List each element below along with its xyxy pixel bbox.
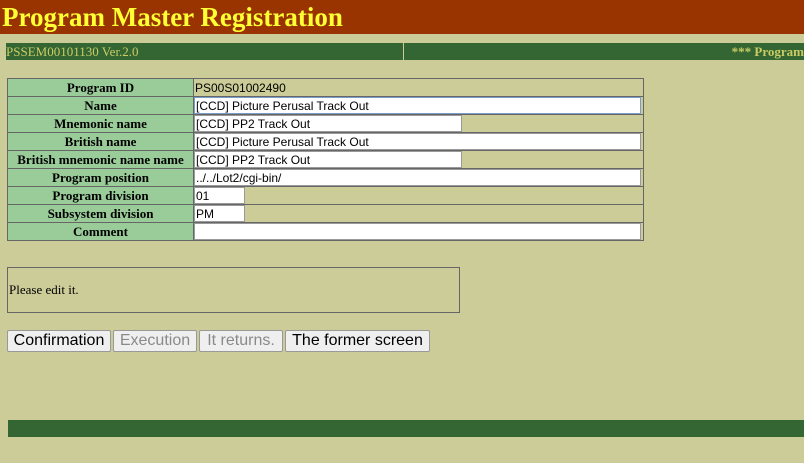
message-text: Please edit it. <box>9 282 79 297</box>
marquee-text: *** Program <box>731 44 804 59</box>
returns-button: It returns. <box>199 330 283 352</box>
name-label: Name <box>7 96 194 115</box>
title-bar: Program Master Registration <box>0 0 804 34</box>
division-label: Program division <box>7 186 194 205</box>
row-name: Name <box>7 96 644 115</box>
position-input[interactable] <box>194 169 641 186</box>
row-british-mnemonic: British mnemonic name name <box>7 150 644 169</box>
row-position: Program position <box>7 168 644 187</box>
footer-bar <box>8 420 804 437</box>
confirmation-button[interactable]: Confirmation <box>7 330 111 352</box>
row-mnemonic: Mnemonic name <box>7 114 644 133</box>
mnemonic-input[interactable] <box>194 115 462 132</box>
subsystem-input[interactable] <box>194 205 245 222</box>
comment-input[interactable] <box>194 223 641 240</box>
position-label: Program position <box>7 168 194 187</box>
british-mnemonic-label: British mnemonic name name <box>7 150 194 169</box>
version-label: PSSEM00101130 Ver.2.0 <box>6 43 404 60</box>
row-british-name: British name <box>7 132 644 151</box>
registration-form: Program ID PS00S01002490 Name Mnemonic n… <box>7 78 644 241</box>
row-comment: Comment <box>7 222 644 241</box>
program-id-value: PS00S01002490 <box>195 80 286 95</box>
mnemonic-label: Mnemonic name <box>7 114 194 133</box>
page-title: Program Master Registration <box>2 2 343 32</box>
british-name-input[interactable] <box>194 133 641 150</box>
british-name-label: British name <box>7 132 194 151</box>
subsystem-label: Subsystem division <box>7 204 194 223</box>
former-screen-button[interactable]: The former screen <box>285 330 430 352</box>
name-input[interactable] <box>194 97 641 114</box>
program-id-label: Program ID <box>7 78 194 97</box>
message-box: Please edit it. <box>7 267 460 313</box>
row-division: Program division <box>7 186 644 205</box>
british-mnemonic-input[interactable] <box>194 151 462 168</box>
info-bar: PSSEM00101130 Ver.2.0 *** Program <box>6 43 804 60</box>
row-subsystem: Subsystem division <box>7 204 644 223</box>
row-program-id: Program ID PS00S01002490 <box>7 78 644 97</box>
division-input[interactable] <box>194 187 245 204</box>
comment-label: Comment <box>7 222 194 241</box>
execution-button: Execution <box>113 330 197 352</box>
